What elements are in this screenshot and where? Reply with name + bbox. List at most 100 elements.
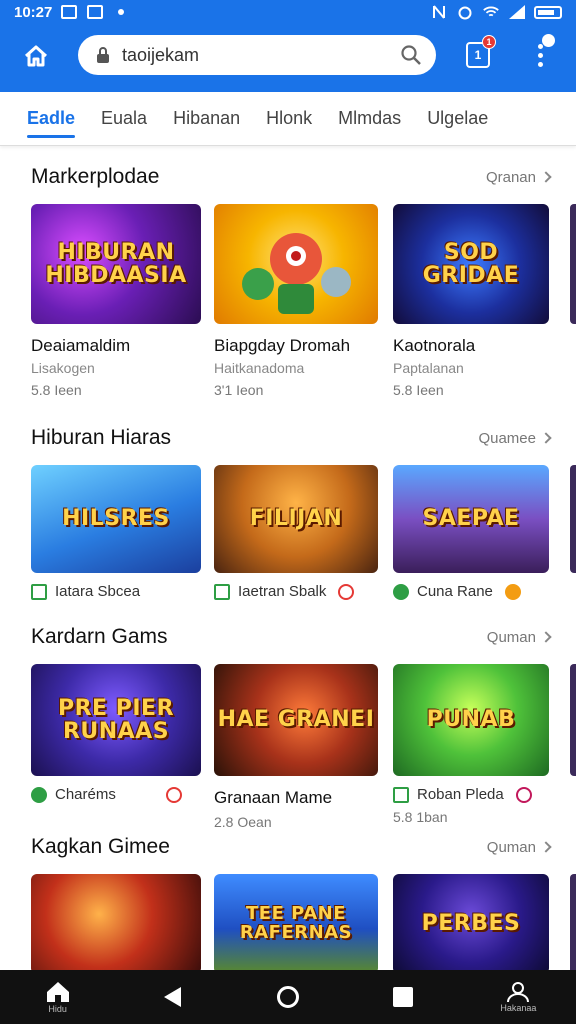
- game-thumbnail[interactable]: [214, 204, 378, 324]
- play-store-icon: [393, 786, 409, 803]
- tab-hlonk[interactable]: Hlonk: [253, 92, 325, 146]
- thumbnail-title: SOD GRIDAE: [422, 239, 520, 288]
- thumbnail-title: HAE GRANEI: [217, 707, 375, 733]
- game-name: Biapgday Dromah: [214, 336, 351, 355]
- nav-launcher-button[interactable]: [258, 970, 318, 1024]
- nav-home-button[interactable]: Hidu: [28, 970, 88, 1024]
- verified-icon: [393, 583, 409, 600]
- game-thumbnail[interactable]: PRE PIER RUNAAS: [31, 664, 201, 776]
- game-thumbnail[interactable]: [31, 874, 201, 970]
- home-icon[interactable]: [14, 34, 58, 78]
- thumbnail-title: HILSRES: [62, 506, 170, 532]
- tab-count-label: 1: [474, 48, 482, 62]
- game-thumbnail[interactable]: PUNAB: [393, 664, 549, 776]
- game-tag: Iaetran Sbalk: [214, 583, 378, 600]
- lock-icon: [97, 47, 109, 63]
- game-card[interactable]: HIBURAN HIBDAASIA Deaiamaldim Lisakogen …: [31, 204, 201, 398]
- game-name: Granaan Mame: [214, 788, 333, 807]
- location-dot-icon: [112, 4, 130, 20]
- nav-home-label: Hidu: [48, 1004, 67, 1014]
- game-size: 5.8 Ieen: [31, 382, 82, 398]
- game-name: Kaotnorala: [393, 336, 476, 355]
- tab-hibanan[interactable]: Hibanan: [160, 92, 253, 146]
- game-size: 3'1 Ieon: [214, 382, 264, 398]
- see-more-link[interactable]: Quamee: [478, 430, 552, 447]
- game-tag: Cuna Rane: [393, 583, 549, 600]
- thumbnail-title: PUNAB: [426, 707, 516, 733]
- nav-account-button[interactable]: Hakanaa: [488, 970, 548, 1024]
- thumbnail-title: TEE PANE RAFERNAS: [239, 903, 353, 943]
- mail-icon: [86, 4, 104, 20]
- next-card-peek[interactable]: [570, 874, 576, 970]
- circle-home-icon: [276, 986, 299, 1008]
- game-card[interactable]: Biapgday Dromah Haitkanadoma 3'1 Ieon: [214, 204, 378, 398]
- game-card[interactable]: PUNAB Roban Pleda 5.8 1ban: [393, 664, 549, 825]
- game-tag: Roban Pleda: [393, 786, 549, 803]
- section-title: Kardarn Gams: [31, 625, 168, 648]
- next-card-peek[interactable]: [570, 465, 576, 573]
- search-input[interactable]: [122, 44, 400, 66]
- game-card[interactable]: PERBES: [393, 874, 549, 970]
- notification-icon: [60, 4, 78, 20]
- section-title: Kagkan Gimee: [31, 835, 170, 858]
- tab-badge: 1: [482, 35, 496, 49]
- game-developer: Haitkanadoma: [214, 360, 305, 376]
- nav-back-button[interactable]: [143, 970, 203, 1024]
- tab-euala[interactable]: Euala: [88, 92, 160, 146]
- game-thumbnail[interactable]: SOD GRIDAE: [393, 204, 549, 324]
- game-thumbnail[interactable]: SAEPAE: [393, 465, 549, 573]
- tab-mlmdas[interactable]: Mlmdas: [325, 92, 414, 146]
- browser-toolbar: 1 1 1: [0, 32, 576, 80]
- game-card[interactable]: SOD GRIDAE Kaotnorala Paptalanan 5.8 Iee…: [393, 204, 549, 398]
- game-thumbnail[interactable]: PERBES: [393, 874, 549, 970]
- game-card[interactable]: [31, 874, 201, 970]
- record-icon: [338, 583, 355, 600]
- chevron-right-icon: [540, 432, 552, 444]
- game-card[interactable]: SAEPAE Cuna Rane: [393, 465, 549, 600]
- more-options-icon[interactable]: 1: [530, 34, 555, 70]
- game-card[interactable]: PRE PIER RUNAAS Charéms: [31, 664, 201, 803]
- game-size: 5.8 Ieen: [393, 382, 444, 398]
- tab-switcher-button[interactable]: 1 1: [466, 35, 496, 68]
- game-tag: Iatara Sbcea: [31, 583, 201, 600]
- status-time: 10:27: [14, 3, 53, 21]
- game-card[interactable]: HAE GRANEI Granaan Mame 2.8 Oean: [214, 664, 378, 830]
- status-bar: 10:27: [0, 0, 576, 24]
- nav-account-label: Hakanaa: [500, 1003, 537, 1013]
- see-more-link[interactable]: Quman: [487, 629, 552, 646]
- flame-icon: [504, 583, 521, 600]
- menu-badge: 1: [542, 34, 555, 47]
- game-card[interactable]: TEE PANE RAFERNAS: [214, 874, 378, 970]
- game-developer: Lisakogen: [31, 360, 95, 376]
- game-name: Deaiamaldim: [31, 336, 131, 355]
- see-more-link[interactable]: Qranan: [486, 169, 552, 186]
- game-developer: Paptalanan: [393, 360, 464, 376]
- section-markerplodae: Markerplodae Qranan HIBURAN HIBDAASIA De…: [0, 150, 576, 404]
- recents-icon: [393, 987, 414, 1007]
- game-card[interactable]: HILSRES Iatara Sbcea: [31, 465, 201, 600]
- search-icon[interactable]: [400, 44, 422, 66]
- play-store-icon: [214, 583, 230, 600]
- game-card[interactable]: FILIJAN Iaetran Sbalk: [214, 465, 378, 600]
- search-bar[interactable]: [78, 35, 436, 75]
- system-navbar: Hidu Hakanaa: [0, 970, 576, 1024]
- thumbnail-title: FILIJAN: [249, 506, 343, 532]
- nav-recents-button[interactable]: [373, 970, 433, 1024]
- game-thumbnail[interactable]: HAE GRANEI: [214, 664, 378, 776]
- home-icon: [46, 982, 69, 1002]
- chevron-right-icon: [540, 841, 552, 853]
- chevron-right-icon: [540, 171, 552, 183]
- section-title: Markerplodae: [31, 165, 160, 188]
- tab-eadle[interactable]: Eadle: [0, 92, 88, 146]
- record-icon: [165, 786, 182, 803]
- tab-ulgelae[interactable]: Ulgelae: [414, 92, 501, 146]
- game-thumbnail[interactable]: TEE PANE RAFERNAS: [214, 874, 378, 970]
- game-thumbnail[interactable]: FILIJAN: [214, 465, 378, 573]
- chevron-right-icon: [540, 631, 552, 643]
- category-tabs: Eadle Euala Hibanan Hlonk Mlmdas Ulgelae: [0, 92, 576, 146]
- game-thumbnail[interactable]: HIBURAN HIBDAASIA: [31, 204, 201, 324]
- next-card-peek[interactable]: [570, 204, 576, 324]
- next-card-peek[interactable]: [570, 664, 576, 776]
- see-more-link[interactable]: Quman: [487, 839, 552, 856]
- game-thumbnail[interactable]: HILSRES: [31, 465, 201, 573]
